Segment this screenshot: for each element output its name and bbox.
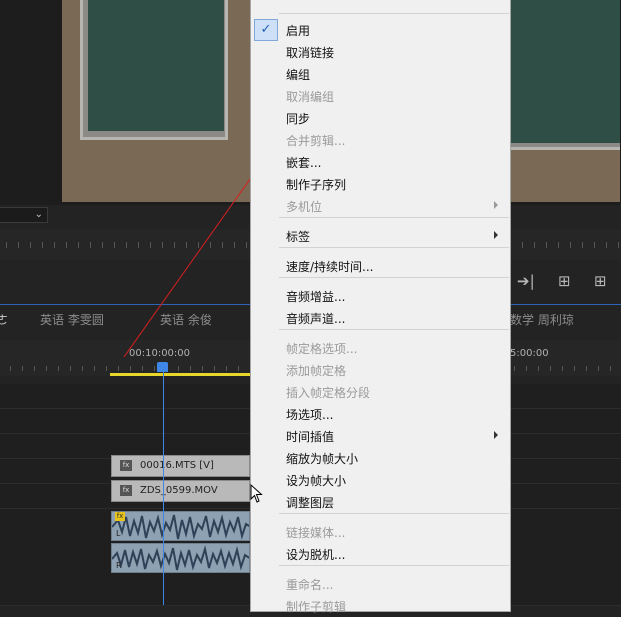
menu-item-label: 缩放为帧大小: [286, 452, 359, 466]
menu-separator: [279, 217, 509, 218]
menu-item-label: 设为脱机...: [286, 548, 346, 562]
menu-item-label: 标签: [286, 230, 311, 244]
menu-item[interactable]: 编组: [251, 63, 510, 85]
menu-item: 恢复未渲染的内容: [251, 0, 510, 3]
menu-item: 制作子剪辑: [251, 595, 510, 617]
menu-item-label: 启用: [286, 24, 311, 38]
menu-separator: [279, 13, 509, 14]
menu-item-label: 编组: [286, 68, 311, 82]
menu-separator: [279, 513, 509, 514]
menu-item: 链接媒体...: [251, 521, 510, 543]
menu-item: 合并剪辑...: [251, 129, 510, 151]
menu-item: 重命名...: [251, 573, 510, 595]
menu-item[interactable]: ✓ 启用: [251, 19, 510, 41]
menu-item-label: 制作子剪辑: [286, 600, 347, 614]
menu-item: 插入帧定格分段: [251, 381, 510, 403]
menu-item-label: 取消编组: [286, 90, 335, 104]
menu-item: 多机位: [251, 195, 510, 217]
menu-item-label: 多机位: [286, 200, 323, 214]
menu-item[interactable]: 嵌套...: [251, 151, 510, 173]
menu-item-label: 恢复未渲染的内容: [286, 0, 382, 1]
menu-item: 帧定格选项...: [251, 337, 510, 359]
menu-item[interactable]: 缩放为帧大小: [251, 447, 510, 469]
menu-separator: [279, 565, 509, 566]
menu-item-label: 插入帧定格分段: [286, 386, 371, 400]
context-menu: 恢复未渲染的内容 ✓ 启用取消链接编组取消编组同步合并剪辑... 嵌套... 制作子序列…: [250, 0, 511, 614]
submenu-arrow-icon: [494, 431, 498, 439]
menu-item[interactable]: 音频声道...: [251, 307, 510, 329]
menu-item-label: 嵌套...: [286, 156, 322, 170]
menu-item-label: 调整图层: [286, 496, 335, 510]
menu-separator: [279, 277, 509, 278]
menu-item-label: 取消链接: [286, 46, 335, 60]
menu-item[interactable]: 设为脱机...: [251, 543, 510, 565]
menu-separator: [279, 329, 509, 330]
menu-item[interactable]: 标签: [251, 225, 510, 247]
menu-item[interactable]: 场选项...: [251, 403, 510, 425]
menu-item[interactable]: 调整图层: [251, 491, 510, 513]
menu-item-label: 音频增益...: [286, 290, 346, 304]
menu-separator: [279, 247, 509, 248]
menu-item-label: 链接媒体...: [286, 526, 346, 540]
menu-item[interactable]: 速度/持续时间...: [251, 255, 510, 277]
menu-item-label: 同步: [286, 112, 311, 126]
menu-item[interactable]: 设为帧大小: [251, 469, 510, 491]
menu-item-label: 速度/持续时间...: [286, 260, 374, 274]
menu-item[interactable]: 音频增益...: [251, 285, 510, 307]
menu-item[interactable]: 制作子序列: [251, 173, 510, 195]
submenu-arrow-icon: [494, 231, 498, 239]
menu-item[interactable]: 时间插值: [251, 425, 510, 447]
menu-item: 添加帧定格: [251, 359, 510, 381]
menu-item-label: 制作子序列: [286, 178, 347, 192]
menu-item-label: 设为帧大小: [286, 474, 347, 488]
menu-item-label: 添加帧定格: [286, 364, 347, 378]
menu-item: 取消编组: [251, 85, 510, 107]
menu-item-label: 场选项...: [286, 408, 334, 422]
menu-item-label: 时间插值: [286, 430, 335, 444]
menu-item-label: 合并剪辑...: [286, 134, 346, 148]
submenu-arrow-icon: [494, 201, 498, 209]
menu-item[interactable]: 取消链接: [251, 41, 510, 63]
menu-item-label: 重命名...: [286, 578, 334, 592]
menu-item[interactable]: 同步: [251, 107, 510, 129]
menu-item-label: 音频声道...: [286, 312, 346, 326]
checkmark-icon: ✓: [254, 19, 278, 41]
menu-item-label: 帧定格选项...: [286, 342, 358, 356]
mouse-cursor-icon: [250, 484, 263, 503]
